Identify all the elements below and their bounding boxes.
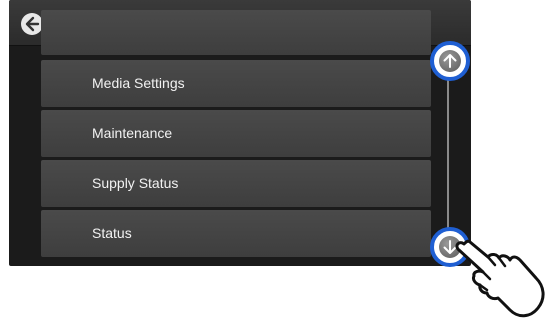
scrollbar-track[interactable] bbox=[447, 78, 449, 228]
pointing-hand-icon bbox=[455, 239, 545, 318]
arrow-up-icon bbox=[443, 54, 457, 68]
menu-item-status[interactable]: Status bbox=[41, 210, 431, 257]
scroll-up-button[interactable] bbox=[430, 41, 470, 81]
printer-screen: Menu Media Settings Maintenance Supply S… bbox=[9, 0, 471, 266]
menu-item-partial[interactable] bbox=[41, 10, 431, 55]
menu-item-supply-status[interactable]: Supply Status bbox=[41, 160, 431, 207]
menu-list: Media Settings Maintenance Supply Status… bbox=[9, 10, 431, 266]
menu-item-media-settings[interactable]: Media Settings bbox=[41, 60, 431, 107]
menu-item-maintenance[interactable]: Maintenance bbox=[41, 110, 431, 157]
